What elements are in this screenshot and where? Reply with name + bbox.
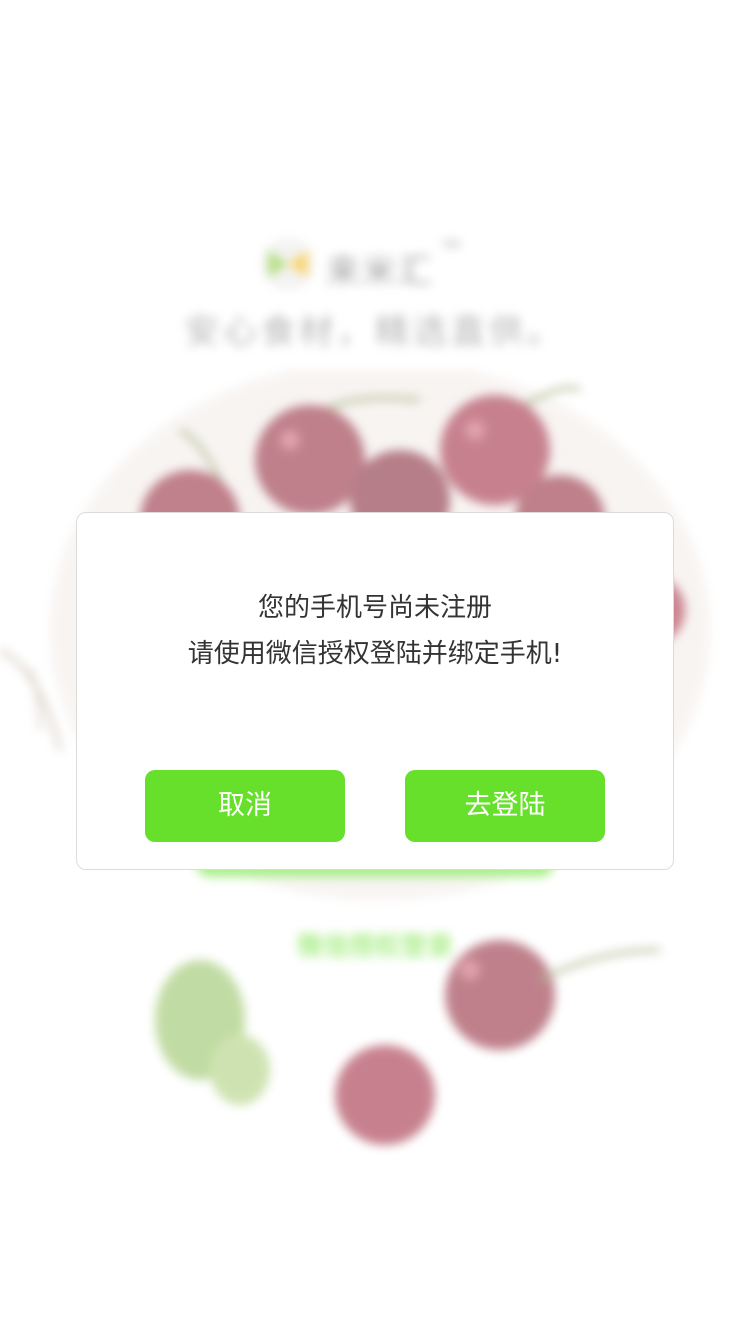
- slogan: 安心食材，精选直供。: [185, 312, 565, 352]
- dialog-message-line1: 您的手机号尚未注册: [257, 593, 492, 623]
- bowtie-logo-icon: [262, 238, 314, 290]
- register-prompt-dialog: 您的手机号尚未注册 请使用微信授权登陆并绑定手机! 取消 去登陆: [76, 512, 674, 870]
- wechat-login-link: 微信授权登录: [296, 932, 453, 962]
- cancel-button[interactable]: 取消: [145, 770, 345, 842]
- brand-name: 来米汇: [326, 252, 434, 292]
- dialog-message: 您的手机号尚未注册 请使用微信授权登陆并绑定手机!: [77, 585, 673, 677]
- brand: 来米汇 TM: [262, 238, 492, 294]
- dialog-message-line2: 请使用微信授权登陆并绑定手机!: [187, 639, 563, 669]
- login-page: 来米汇 TM 安心食材，精选直供。 微信授权登录 您的手机号尚未注册 请使用微信…: [0, 0, 750, 1334]
- trademark-mark: TM: [442, 238, 460, 252]
- go-login-button[interactable]: 去登陆: [405, 770, 605, 842]
